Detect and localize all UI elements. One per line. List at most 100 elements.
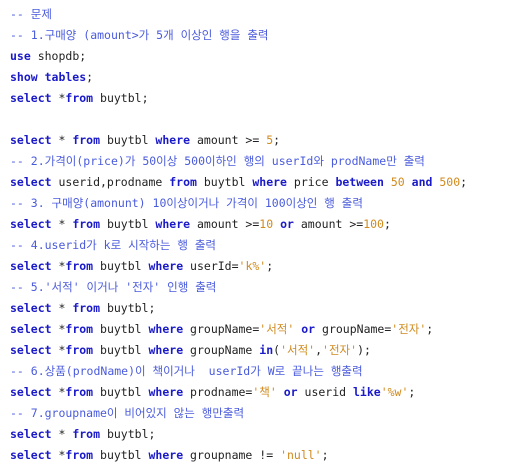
- keyword-token: from: [72, 133, 101, 147]
- text-token: amount >=: [190, 133, 267, 147]
- keyword-token: select: [10, 133, 52, 147]
- text-token: ;: [408, 385, 416, 399]
- text-token: ;: [266, 259, 274, 273]
- sql-code-view: -- 문제 -- 1.구매양 (amount>가 5개 이상인 행을 출력 use …: [0, 0, 525, 473]
- keyword-token: where: [148, 448, 184, 462]
- text-token: groupname !=: [183, 448, 281, 462]
- comment-token: -- 7.groupname이 비어있지 않는 행만출력: [10, 406, 245, 420]
- comment-token: -- 6.상품(prodName)이 책이거나 userId가 W로 끝나는 행…: [10, 364, 363, 378]
- code-line: use shopdb;: [10, 46, 525, 67]
- code-line: -- 1.구매양 (amount>가 5개 이상인 행을 출력: [10, 25, 525, 46]
- text-token: *: [51, 427, 73, 441]
- keyword-token: from: [65, 448, 94, 462]
- keyword-token: select: [10, 301, 52, 315]
- code-line: select userid,prodname from buytbl where…: [10, 172, 525, 193]
- keyword-token: like: [353, 385, 381, 399]
- keyword-token: select: [10, 175, 52, 189]
- keyword-token: from: [72, 217, 101, 231]
- text-token: userid,prodname: [51, 175, 170, 189]
- keyword-token: or: [280, 217, 294, 231]
- keyword-token: select: [10, 448, 52, 462]
- code-line: -- 2.가격이(price)가 50이상 500이하인 행의 userId와 …: [10, 151, 525, 172]
- code-line: select *from buytbl where userId='k%';: [10, 256, 525, 277]
- string-token: 'null': [280, 448, 322, 462]
- text-token: ;: [273, 133, 281, 147]
- keyword-token: select: [10, 259, 52, 273]
- comment-token: -- 3. 구매양(amonunt) 10이상이거나 가격이 100이상인 행 …: [10, 196, 363, 210]
- keyword-token: from: [65, 259, 94, 273]
- text-token: *: [51, 133, 73, 147]
- text-token: *: [51, 259, 66, 273]
- text-token: buytbl;: [93, 91, 149, 105]
- text-token: *: [51, 385, 66, 399]
- text-token: ;: [426, 322, 434, 336]
- number-token: 500: [439, 175, 461, 189]
- text-token: ,: [315, 343, 323, 357]
- text-token: buytbl: [100, 133, 156, 147]
- keyword-token: or: [301, 322, 316, 336]
- text-token: *: [51, 343, 66, 357]
- code-line: -- 문제: [10, 4, 525, 25]
- number-token: 100: [363, 217, 384, 231]
- comment-token: -- 1.구매양 (amount>가 5개 이상인 행을 출력: [10, 28, 269, 42]
- code-line: -- 3. 구매양(amonunt) 10이상이거나 가격이 100이상인 행 …: [10, 193, 525, 214]
- code-line: -- 5.'서적' 이거나 '전자' 인행 출력: [10, 277, 525, 298]
- code-line: select *from buytbl where prodname='책' o…: [10, 382, 525, 403]
- code-line: -- 4.userid가 k로 시작하는 행 출력: [10, 235, 525, 256]
- text-token: buytbl;: [100, 301, 156, 315]
- text-token: *: [51, 91, 66, 105]
- keyword-token: select: [10, 385, 52, 399]
- code-line: -- 6.상품(prodName)이 책이거나 userId가 W로 끝나는 행…: [10, 361, 525, 382]
- keyword-token: select: [10, 217, 52, 231]
- string-token: 'k%': [238, 259, 267, 273]
- keyword-token: or: [283, 385, 298, 399]
- text-token: groupName=: [315, 322, 392, 336]
- keyword-token: from: [65, 385, 94, 399]
- keyword-token: where: [155, 133, 191, 147]
- text-token: ;: [86, 70, 94, 84]
- keyword-token: where: [148, 385, 184, 399]
- code-line: select *from buytbl;: [10, 88, 525, 109]
- keyword-token: in: [259, 343, 274, 357]
- keyword-token: between: [335, 175, 384, 189]
- comment-token: -- 4.userid가 k로 시작하는 행 출력: [10, 238, 216, 252]
- text-token: userid: [297, 385, 353, 399]
- code-line: -- 7.groupname이 비어있지 않는 행만출력: [10, 403, 525, 424]
- text-token: shopdb;: [30, 49, 87, 63]
- code-line: show tables;: [10, 67, 525, 88]
- text-token: *: [51, 301, 73, 315]
- comment-token: -- 문제: [10, 7, 52, 21]
- keyword-token: where: [252, 175, 287, 189]
- text-token: groupName: [183, 343, 260, 357]
- code-line: select *from buytbl where groupname != '…: [10, 445, 525, 466]
- text-token: buytbl: [93, 448, 149, 462]
- text-token: );: [357, 343, 371, 357]
- text-token: buytbl: [196, 175, 253, 189]
- comment-token: -- 5.'서적' 이거나 '전자' 인행 출력: [10, 280, 217, 294]
- code-line: select *from buytbl where groupName='서적'…: [10, 319, 525, 340]
- keyword-token: show tables: [10, 70, 87, 84]
- keyword-token: where: [148, 322, 184, 336]
- keyword-token: select: [10, 427, 52, 441]
- keyword-token: and: [411, 175, 433, 189]
- keyword-token: use: [10, 49, 31, 63]
- keyword-token: where: [148, 343, 184, 357]
- text-token: amount >=: [293, 217, 364, 231]
- text-token: ;: [383, 217, 391, 231]
- text-token: amount >=: [190, 217, 260, 231]
- keyword-token: from: [72, 301, 101, 315]
- code-line: select * from buytbl where amount >= 5;: [10, 130, 525, 151]
- code-line: select * from buytbl;: [10, 298, 525, 319]
- text-token: buytbl: [100, 217, 156, 231]
- code-line: select * from buytbl;: [10, 424, 525, 445]
- text-token: buytbl: [93, 259, 149, 273]
- code-line: select * from buytbl where amount >=10 o…: [10, 214, 525, 235]
- text-token: groupName=: [183, 322, 260, 336]
- string-token: '전자': [322, 343, 358, 357]
- text-token: ;: [460, 175, 468, 189]
- keyword-token: select: [10, 343, 52, 357]
- number-token: 50: [390, 175, 405, 189]
